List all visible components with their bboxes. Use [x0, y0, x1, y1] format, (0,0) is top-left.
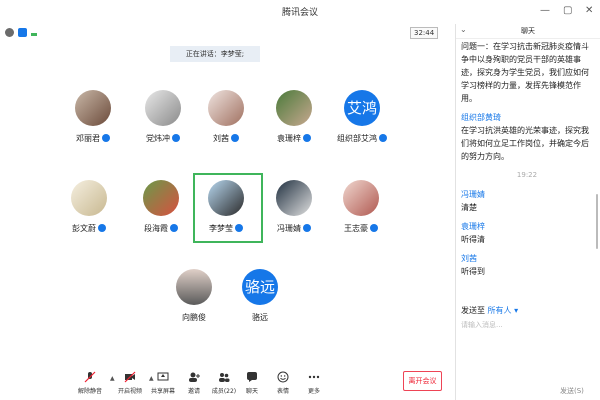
close-icon[interactable]: ✕ — [585, 4, 593, 18]
avatar — [208, 90, 244, 126]
chat-message-text: 听得到 — [461, 267, 485, 276]
avatar — [71, 180, 107, 216]
minimize-icon[interactable]: — — [540, 4, 550, 18]
participant-name: 组织部艾鸿 — [337, 134, 377, 143]
send-to-selector[interactable]: 发送至 所有人 ▾ — [461, 305, 518, 316]
participant-tile[interactable]: 刘茜 — [195, 86, 257, 156]
chat-message-text: 清楚 — [461, 203, 477, 212]
participant-tile[interactable]: 段海霞 — [130, 176, 192, 246]
participant-name: 冯珊婧 — [277, 224, 301, 233]
meeting-timer: 32:44 — [410, 27, 439, 39]
chat-message-text: 听得清 — [461, 235, 485, 244]
more-button[interactable]: 更多 — [296, 371, 332, 395]
speaking-indicator: 正在讲话：李梦莹; — [170, 46, 260, 62]
participant-tile[interactable]: 李梦莹 — [195, 176, 257, 246]
chat-message-text: 在学习抗洪英雄的光荣事迹，探究我们将如何立足工作岗位，并确定今后的努力方向。 — [461, 126, 589, 161]
chat-messages[interactable]: 问题一：在学习抗击新冠肺炎疫情斗争中以身殉职的党员干部的英雄事迹，探究身为学生党… — [461, 40, 593, 315]
participant-name: 骆远 — [252, 313, 268, 322]
status-bar: 32:44 — [0, 24, 455, 42]
info-icon[interactable] — [5, 28, 14, 37]
chat-sender: 冯珊婧 — [461, 190, 485, 199]
add-user-icon — [189, 372, 200, 382]
mic-icon — [170, 224, 178, 232]
unmute-button[interactable]: 解除静音 — [72, 371, 108, 395]
participant-tile[interactable]: 彭文蔚 — [58, 176, 120, 246]
participant-tile[interactable]: 向鹏俊 — [163, 265, 225, 335]
participant-name: 邓丽君 — [76, 134, 100, 143]
participant-name: 彭文蔚 — [72, 224, 96, 233]
participant-tile[interactable]: 袁珊梓 — [263, 86, 325, 156]
meeting-toolbar: 解除静音 ▲ 开启视频 ▲ 共享屏幕 邀请 成员(22) 聊天 表情 更多 — [0, 367, 455, 400]
mic-muted-icon — [84, 371, 96, 383]
participant-name: 刘茜 — [213, 134, 229, 143]
participant-tile[interactable]: 艾鸿 组织部艾鸿 — [326, 86, 398, 156]
shield-icon[interactable] — [18, 28, 27, 37]
avatar — [145, 90, 181, 126]
more-icon — [308, 375, 320, 379]
mic-icon — [370, 224, 378, 232]
participant-tile[interactable]: 党炜冲 — [132, 86, 194, 156]
participant-name: 李梦莹 — [209, 224, 233, 233]
signal-icon — [31, 28, 37, 36]
chat-sender: 袁珊梓 — [461, 222, 485, 231]
avatar — [276, 90, 312, 126]
chat-panel: ⌄ 聊天 问题一：在学习抗击新冠肺炎疫情斗争中以身殉职的党员干部的英雄事迹，探究… — [456, 24, 600, 400]
leave-meeting-button[interactable]: 离开会议 — [403, 371, 442, 391]
video-grid-area: 32:44 正在讲话：李梦莹; 邓丽君 党炜冲 刘茜 袁珊梓 艾鸿 组织部艾鸿 … — [0, 24, 455, 400]
chevron-down-icon: ▾ — [511, 306, 519, 315]
mic-icon — [303, 134, 311, 142]
chat-icon — [247, 372, 257, 382]
chat-input[interactable]: 请输入消息... — [461, 320, 503, 330]
participant-name: 王志豪 — [344, 224, 368, 233]
send-to-label: 发送至 — [461, 306, 485, 315]
send-button[interactable]: 发送(S) — [560, 386, 584, 396]
chat-sender: 组织部黄琦 — [461, 113, 501, 122]
participant-name: 袁珊梓 — [277, 134, 301, 143]
mic-icon — [379, 134, 387, 142]
participant-tile[interactable]: 邓丽君 — [62, 86, 124, 156]
chat-timestamp: 19:22 — [516, 171, 538, 179]
send-to-target[interactable]: 所有人 — [488, 306, 512, 315]
members-icon — [219, 373, 230, 382]
chat-scrollbar[interactable] — [596, 194, 598, 249]
avatar — [176, 269, 212, 305]
participant-name: 段海霞 — [144, 224, 168, 233]
chat-sender: 刘茜 — [461, 254, 477, 263]
smile-icon — [277, 371, 289, 383]
avatar — [208, 180, 244, 216]
avatar — [75, 90, 111, 126]
participant-name: 党炜冲 — [146, 134, 170, 143]
mic-icon — [172, 134, 180, 142]
chat-header: ⌄ 聊天 — [456, 24, 600, 39]
avatar: 骆远 — [242, 269, 278, 305]
mic-icon — [235, 224, 243, 232]
avatar — [343, 180, 379, 216]
avatar: 艾鸿 — [344, 90, 380, 126]
mic-icon — [231, 134, 239, 142]
window-title: 腾讯会议 — [281, 8, 318, 18]
participant-tile[interactable]: 王志豪 — [330, 176, 392, 246]
avatar — [276, 180, 312, 216]
avatar — [143, 180, 179, 216]
mic-icon — [98, 224, 106, 232]
participant-tile[interactable]: 冯珊婧 — [263, 176, 325, 246]
maximize-icon[interactable]: ▢ — [563, 4, 572, 18]
chat-title: 聊天 — [521, 27, 535, 35]
mic-icon — [102, 134, 110, 142]
mic-icon — [303, 224, 311, 232]
title-bar: 腾讯会议 — ▢ ✕ — [0, 0, 600, 25]
participant-name: 向鹏俊 — [182, 313, 206, 322]
participant-tile[interactable]: 骆远 骆远 — [229, 265, 291, 335]
start-video-button[interactable]: 开启视频 — [112, 371, 148, 395]
camera-off-icon — [124, 371, 136, 383]
share-screen-icon — [157, 372, 169, 381]
chat-message-text: 问题一：在学习抗击新冠肺炎疫情斗争中以身殉职的党员干部的英雄事迹，探究身为学生党… — [461, 42, 589, 103]
